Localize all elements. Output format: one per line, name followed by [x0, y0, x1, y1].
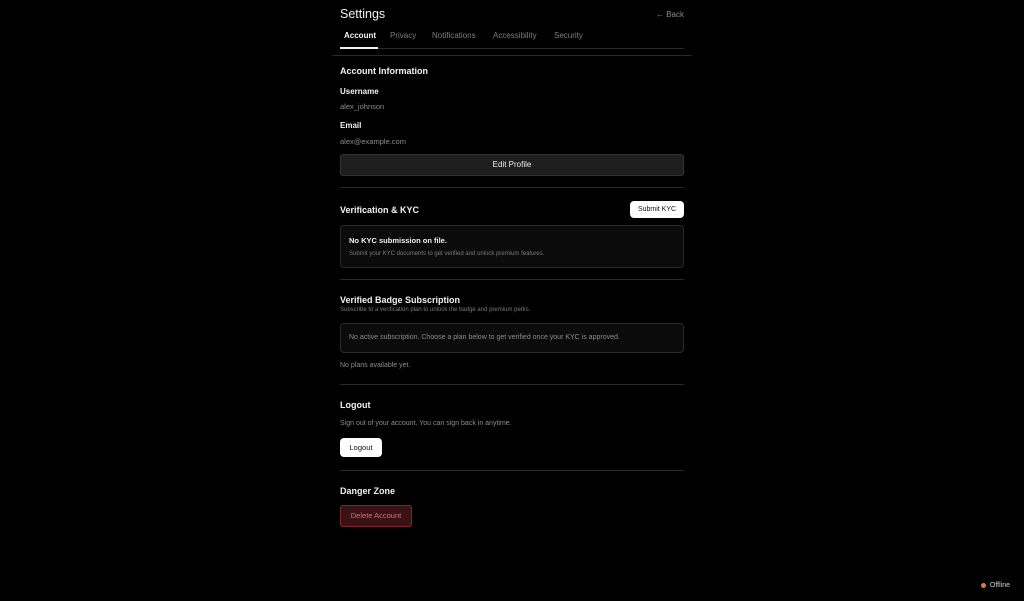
section-divider [340, 279, 684, 280]
settings-page: Settings ← Back Account Privacy Notifica… [0, 0, 1024, 601]
header-divider [332, 55, 692, 56]
tab-account[interactable]: Account [344, 31, 376, 40]
section-divider [340, 470, 684, 471]
edit-profile-button[interactable]: Edit Profile [340, 154, 684, 176]
status-dot-icon [980, 583, 986, 588]
logout-button[interactable]: Logout [340, 438, 382, 457]
kyc-status-card: No KYC submission on file. Submit your K… [340, 225, 684, 268]
tab-accessibility[interactable]: Accessibility [493, 31, 537, 40]
header: Settings ← Back [340, 0, 684, 30]
logout-desc: Sign out of your account. You can sign b… [340, 420, 512, 427]
connection-status: Offline [980, 582, 1010, 589]
section-divider [340, 384, 684, 385]
page-title: Settings [340, 7, 386, 21]
tab-notifications[interactable]: Notifications [432, 31, 476, 40]
delete-account-button[interactable]: Delete Account [340, 505, 412, 527]
kyc-status-title: No KYC submission on file. [349, 236, 447, 245]
status-label: Offline [989, 582, 1010, 589]
logout-section-title: Logout [340, 400, 371, 410]
email-label: Email [340, 121, 362, 130]
tab-security[interactable]: Security [554, 31, 583, 40]
back-link[interactable]: ← Back [656, 10, 684, 19]
username-value: alex_johnson [340, 102, 385, 111]
badge-section-title: Verified Badge Subscription [340, 295, 461, 305]
settings-column: Settings ← Back Account Privacy Notifica… [340, 0, 684, 527]
section-divider [340, 187, 684, 188]
subscription-notice: No active subscription. Choose a plan be… [340, 323, 684, 353]
kyc-section-title: Verification & KYC [340, 205, 420, 215]
subscription-notice-text: No active subscription. Choose a plan be… [349, 334, 620, 341]
active-tab-indicator [340, 47, 378, 49]
danger-zone-title: Danger Zone [340, 486, 396, 496]
tab-bar: Account Privacy Notifications Accessibil… [340, 30, 684, 49]
no-plans-text: No plans available yet. [340, 362, 411, 369]
tab-privacy[interactable]: Privacy [390, 31, 416, 40]
badge-section-subtitle: Subscribe to a verification plan to unlo… [340, 307, 531, 313]
kyc-status-desc: Submit your KYC documents to get verifie… [349, 251, 545, 257]
email-value: alex@example.com [340, 137, 406, 146]
submit-kyc-button[interactable]: Submit KYC [630, 201, 684, 218]
account-section-title: Account Information [340, 66, 428, 76]
username-label: Username [340, 87, 379, 96]
